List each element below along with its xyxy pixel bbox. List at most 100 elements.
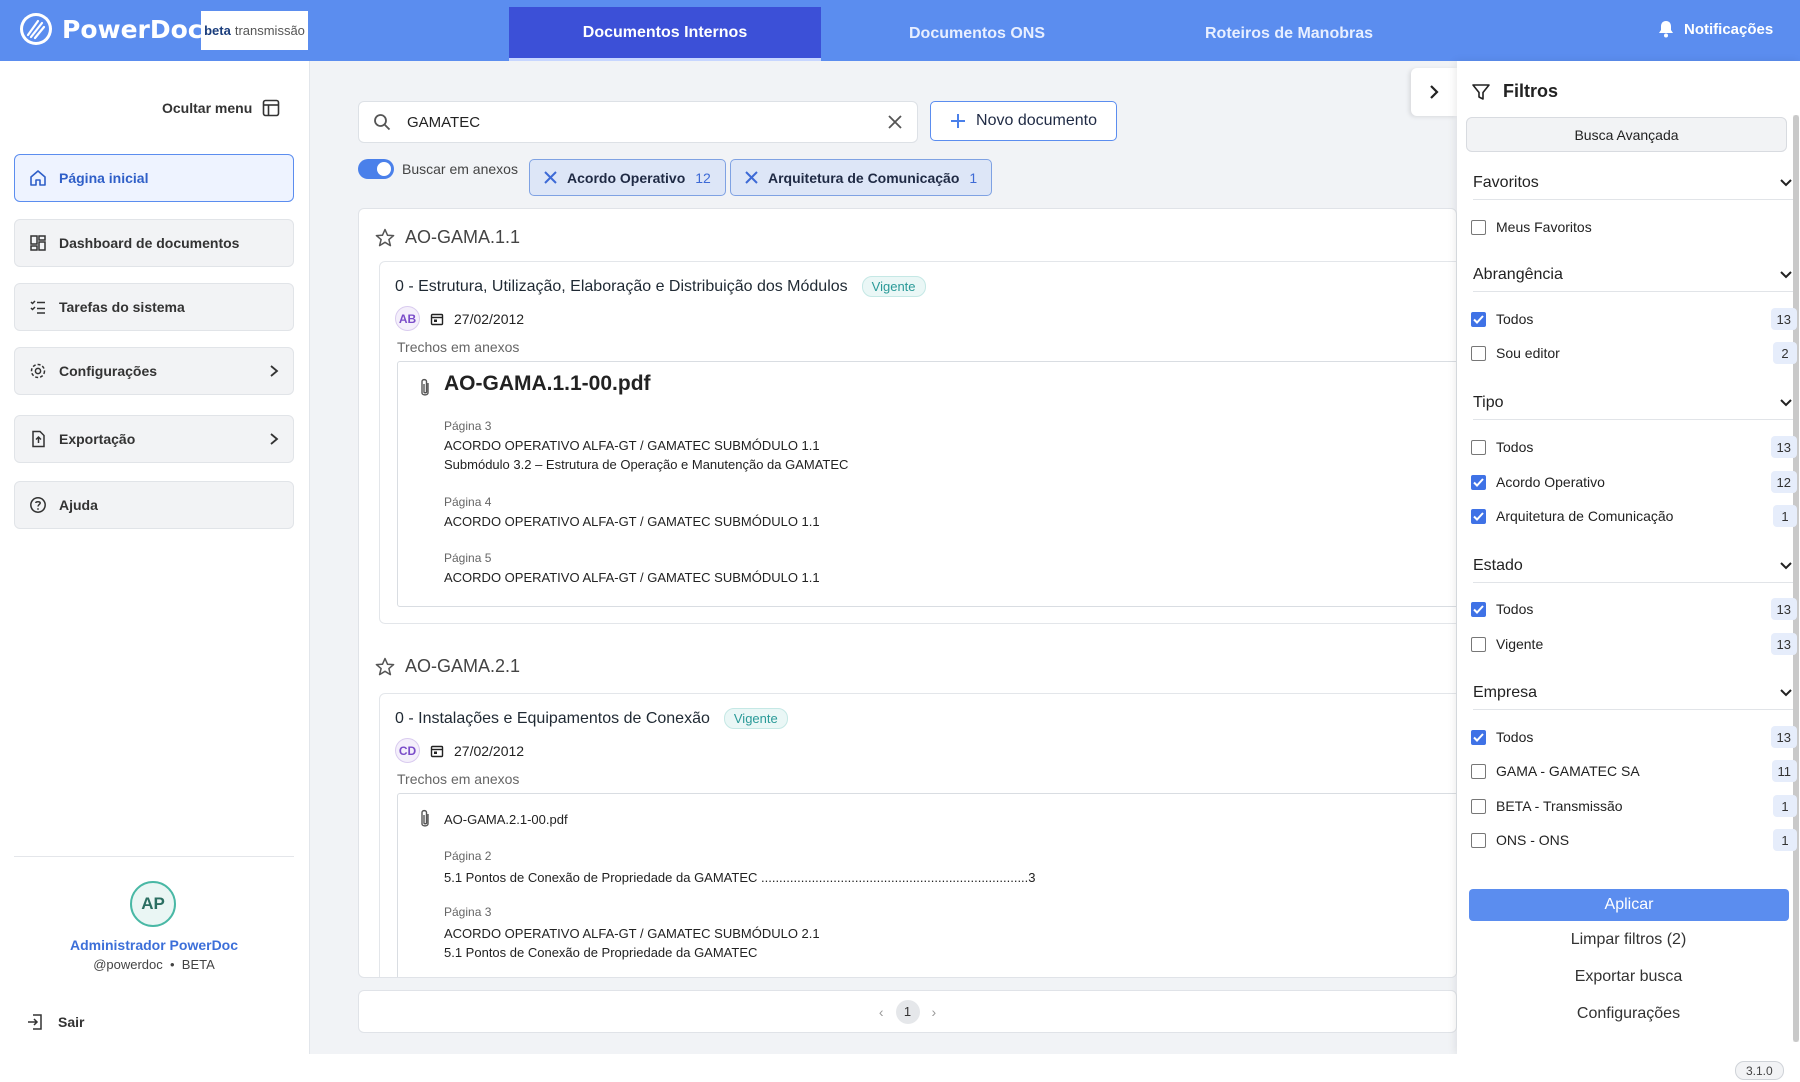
checkbox[interactable]: [1471, 763, 1486, 779]
hit-line[interactable]: ACORDO OPERATIVO ALFA-GT / GAMATEC SUBMÓ…: [444, 438, 820, 453]
attachment-snippets-label: Trechos em anexos: [397, 771, 520, 787]
clear-filters-button[interactable]: Limpar filtros (2): [1457, 931, 1800, 949]
document-code[interactable]: AO-GAMA.1.1: [405, 227, 520, 248]
checkbox-checked[interactable]: [1471, 601, 1486, 617]
calendar-icon: [430, 744, 444, 758]
filter-option[interactable]: GAMA - GAMATEC SA 11: [1471, 760, 1797, 782]
filter-option[interactable]: Todos 13: [1471, 726, 1797, 748]
logout-button[interactable]: Sair: [26, 1013, 84, 1031]
export-search-button[interactable]: Exportar busca: [1457, 968, 1800, 986]
checkbox-checked[interactable]: [1471, 508, 1486, 524]
filter-option[interactable]: Todos 13: [1471, 598, 1797, 620]
filter-option[interactable]: Arquitetura de Comunicação 1: [1471, 505, 1797, 527]
filter-section-abrangencia[interactable]: Abrangência: [1473, 258, 1793, 292]
pagination: ‹ 1 ›: [358, 990, 1457, 1033]
attachment-panel: AO-GAMA.2.1-00.pdf Página 2 5.1 Pontos d…: [397, 793, 1456, 977]
hit-page: Página 4: [444, 495, 492, 509]
filter-option[interactable]: Acordo Operativo 12: [1471, 471, 1797, 493]
option-label: Vigente: [1496, 636, 1544, 652]
tab-documentos-ons[interactable]: Documentos ONS: [821, 7, 1133, 61]
search-input[interactable]: [407, 113, 871, 131]
sidebar-divider: [14, 856, 294, 857]
checkbox[interactable]: [1471, 798, 1486, 814]
option-count: 2: [1773, 342, 1797, 364]
checkbox-checked[interactable]: [1471, 729, 1486, 745]
tenant-badge: beta transmissão: [201, 11, 308, 50]
document-header[interactable]: AO-GAMA.2.1: [375, 656, 520, 677]
previous-page-icon[interactable]: ‹: [879, 1004, 884, 1020]
filter-section-estado[interactable]: Estado: [1473, 549, 1793, 583]
attachment-filename[interactable]: AO-GAMA.1.1-00.pdf: [444, 372, 651, 396]
next-page-icon[interactable]: ›: [932, 1004, 937, 1020]
clear-search-icon[interactable]: [887, 114, 903, 130]
layout-icon: [262, 99, 280, 117]
new-document-label: Novo documento: [976, 112, 1097, 129]
current-page[interactable]: 1: [895, 999, 920, 1024]
search-attachments-toggle[interactable]: [358, 159, 394, 179]
sidebar-item-tarefas[interactable]: Tarefas do sistema: [14, 283, 294, 331]
avatar[interactable]: AP: [130, 881, 176, 927]
tab-roteiros-de-manobras[interactable]: Roteiros de Manobras: [1133, 7, 1445, 61]
filter-section-favoritos[interactable]: Favoritos: [1473, 166, 1793, 200]
attachment-panel: AO-GAMA.1.1-00.pdf Página 3 ACORDO OPERA…: [397, 361, 1456, 607]
option-label: ONS - ONS: [1496, 832, 1570, 848]
checkbox[interactable]: [1471, 219, 1486, 235]
remove-chip-icon[interactable]: [544, 171, 557, 184]
checkbox-checked[interactable]: [1471, 474, 1486, 490]
revision-card[interactable]: 0 - Estrutura, Utilização, Elaboração e …: [379, 261, 1456, 624]
sidebar-item-label: Dashboard de documentos: [59, 235, 240, 251]
hide-menu-button[interactable]: Ocultar menu: [162, 99, 280, 117]
checkbox[interactable]: [1471, 832, 1486, 848]
sidebar-item-ajuda[interactable]: Ajuda: [14, 481, 294, 529]
filter-option[interactable]: ONS - ONS 1: [1471, 829, 1797, 851]
remove-chip-icon[interactable]: [745, 171, 758, 184]
revision-title[interactable]: 0 - Estrutura, Utilização, Elaboração e …: [395, 278, 848, 296]
hit-line[interactable]: Submódulo 3.2 – Estrutura de Operação e …: [444, 457, 848, 472]
brand[interactable]: PowerDoc: [20, 13, 203, 45]
hit-line[interactable]: ACORDO OPERATIVO ALFA-GT / GAMATEC SUBMÓ…: [444, 514, 820, 529]
filter-option[interactable]: Todos 13: [1471, 436, 1797, 458]
filters-scrollbar[interactable]: [1793, 115, 1799, 1042]
star-icon[interactable]: [375, 228, 395, 248]
hit-line[interactable]: 5.1 Pontos de Conexão de Propriedade da …: [444, 870, 1036, 885]
filter-chip-arquitetura-comunicacao[interactable]: Arquitetura de Comunicação 1: [730, 159, 993, 196]
filter-settings-button[interactable]: Configurações: [1457, 1005, 1800, 1023]
attachment-filename[interactable]: AO-GAMA.2.1-00.pdf: [444, 812, 568, 827]
notifications-button[interactable]: Notificações: [1658, 20, 1773, 38]
checkbox-checked[interactable]: [1471, 311, 1486, 327]
option-label: Todos: [1496, 311, 1534, 327]
filter-option[interactable]: BETA - Transmissão 1: [1471, 795, 1797, 817]
filter-chip-acordo-operativo[interactable]: Acordo Operativo 12: [529, 159, 726, 196]
hit-line[interactable]: ACORDO OPERATIVO ALFA-GT / GAMATEC SUBMÓ…: [444, 926, 820, 941]
user-tenant: BETA: [181, 957, 215, 972]
filter-section-tipo[interactable]: Tipo: [1473, 386, 1793, 420]
sidebar-item-exportacao[interactable]: Exportação: [14, 415, 294, 463]
checkbox[interactable]: [1471, 636, 1486, 652]
apply-filters-button[interactable]: Aplicar: [1469, 889, 1789, 921]
attachment-snippets-label: Trechos em anexos: [397, 339, 520, 355]
sidebar-item-pagina-inicial[interactable]: Página inicial: [14, 154, 294, 202]
star-icon[interactable]: [375, 657, 395, 677]
document-header[interactable]: AO-GAMA.1.1: [375, 227, 520, 248]
sidebar-item-dashboard[interactable]: Dashboard de documentos: [14, 219, 294, 267]
checkbox[interactable]: [1471, 439, 1486, 455]
tab-documentos-internos[interactable]: Documentos Internos: [509, 7, 821, 61]
document-code[interactable]: AO-GAMA.2.1: [405, 656, 520, 677]
hit-line[interactable]: ACORDO OPERATIVO ALFA-GT / GAMATEC SUBMÓ…: [444, 570, 820, 585]
filter-option[interactable]: Todos 13: [1471, 308, 1797, 330]
new-document-button[interactable]: Novo documento: [930, 101, 1117, 141]
filter-section-empresa[interactable]: Empresa: [1473, 676, 1793, 710]
filter-option[interactable]: Sou editor 2: [1471, 342, 1797, 364]
hit-line[interactable]: 5.1 Pontos de Conexão de Propriedade da …: [444, 945, 757, 960]
search-attachments-toggle-row: Buscar em anexos: [358, 159, 518, 179]
advanced-search-button[interactable]: Busca Avançada: [1466, 117, 1787, 152]
revision-title[interactable]: 0 - Instalações e Equipamentos de Conexã…: [395, 710, 710, 728]
tenant-badge-text: transmissão: [234, 23, 305, 38]
collapse-filters-button[interactable]: [1411, 68, 1457, 116]
hit-page: Página 5: [444, 551, 492, 565]
sidebar-item-configuracoes[interactable]: Configurações: [14, 347, 294, 395]
filter-option[interactable]: Meus Favoritos: [1471, 219, 1797, 235]
checkbox[interactable]: [1471, 345, 1486, 361]
filter-option[interactable]: Vigente 13: [1471, 633, 1797, 655]
revision-card[interactable]: 0 - Instalações e Equipamentos de Conexã…: [379, 693, 1456, 977]
